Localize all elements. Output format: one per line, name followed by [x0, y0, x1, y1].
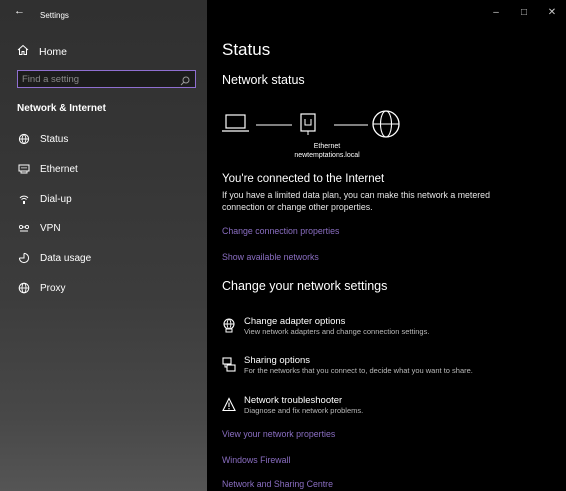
home-label: Home: [39, 46, 68, 58]
setting-description: View network adapters and change connect…: [244, 327, 430, 336]
section-heading: Network & Internet: [17, 103, 106, 114]
window-controls: – □ ✕: [482, 0, 566, 24]
home-icon: [17, 43, 29, 61]
minimize-button[interactable]: –: [482, 0, 510, 24]
search-icon[interactable]: [180, 73, 190, 91]
globe-icon: [17, 282, 30, 295]
sharing-options[interactable]: Sharing options For the networks that yo…: [222, 355, 473, 376]
main-pane: – □ ✕ Status Network status Ethernet new…: [207, 0, 566, 491]
laptop-icon: [222, 114, 249, 132]
ethernet-icon: [17, 163, 30, 176]
windows-firewall-link[interactable]: Windows Firewall: [222, 455, 290, 465]
home-nav-item[interactable]: Home: [17, 43, 67, 61]
change-adapter-options[interactable]: Change adapter options View network adap…: [222, 316, 429, 337]
view-network-properties-link[interactable]: View your network properties: [222, 429, 335, 439]
network-name: newtemptations.local: [294, 152, 360, 159]
maximize-button[interactable]: □: [510, 0, 538, 24]
sidebar-item-label: Proxy: [40, 282, 66, 294]
network-troubleshooter[interactable]: Network troubleshooter Diagnose and fix …: [222, 395, 363, 416]
setting-title: Change adapter options: [244, 316, 346, 327]
status-icon: [17, 133, 30, 146]
sidebar-item-ethernet[interactable]: Ethernet: [17, 160, 78, 178]
settings-window: ← Settings Home Network & Internet Statu…: [0, 0, 566, 491]
sidebar-item-label: Dial-up: [40, 193, 72, 205]
setting-description: For the networks that you connect to, de…: [244, 366, 473, 375]
setting-title: Network troubleshooter: [244, 395, 343, 406]
data-usage-icon: [17, 252, 30, 265]
network-caption: Ethernet newtemptations.local: [277, 142, 377, 160]
sidebar-item-data-usage[interactable]: Data usage: [17, 249, 91, 267]
connection-status-title: You're connected to the Internet: [222, 173, 385, 185]
sidebar-item-dial-up[interactable]: Dial-up: [17, 190, 72, 208]
change-connection-properties-link[interactable]: Change connection properties: [222, 226, 339, 236]
dialup-icon: [17, 193, 30, 206]
page-title: Status: [222, 40, 271, 59]
sidebar-item-vpn[interactable]: VPN: [17, 219, 61, 237]
internet-globe-icon: [372, 110, 400, 138]
vpn-icon: [17, 222, 30, 235]
sidebar: ← Settings Home Network & Internet Statu…: [0, 0, 207, 491]
adapter-icon: [222, 318, 236, 334]
sidebar-item-label: Data usage: [40, 252, 92, 264]
show-available-networks-link[interactable]: Show available networks: [222, 252, 319, 262]
connection-status-description: If you have a limited data plan, you can…: [222, 190, 490, 212]
sharing-icon: [222, 357, 236, 373]
search-box[interactable]: [17, 70, 196, 88]
close-button[interactable]: ✕: [538, 0, 566, 24]
sidebar-item-label: Ethernet: [40, 163, 78, 175]
search-input[interactable]: [20, 72, 174, 86]
sidebar-item-label: Status: [40, 133, 69, 145]
adapter-label: Ethernet: [313, 143, 341, 150]
sidebar-item-proxy[interactable]: Proxy: [17, 279, 66, 297]
warning-icon: [222, 397, 236, 413]
back-button[interactable]: ←: [14, 5, 25, 17]
network-sharing-centre-link[interactable]: Network and Sharing Centre: [222, 479, 333, 489]
change-settings-heading: Change your network settings: [222, 279, 388, 293]
network-status-heading: Network status: [222, 73, 305, 87]
setting-title: Sharing options: [244, 355, 311, 366]
setting-description: Diagnose and fix network problems.: [244, 406, 364, 415]
ethernet-adapter-icon: [300, 113, 316, 135]
sidebar-item-label: VPN: [40, 222, 61, 234]
sidebar-item-status[interactable]: Status: [17, 130, 68, 148]
window-title: Settings: [40, 11, 69, 20]
